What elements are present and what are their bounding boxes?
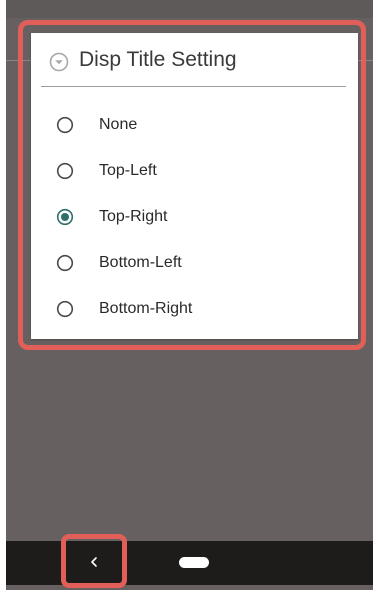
phone-screen: Disp Title Setting None Top-Left Top-Rig… (6, 0, 373, 590)
dialog-highlight-frame (18, 20, 366, 350)
back-button-highlight-frame (61, 534, 127, 588)
status-area (6, 0, 373, 18)
home-pill-icon[interactable] (179, 557, 209, 568)
